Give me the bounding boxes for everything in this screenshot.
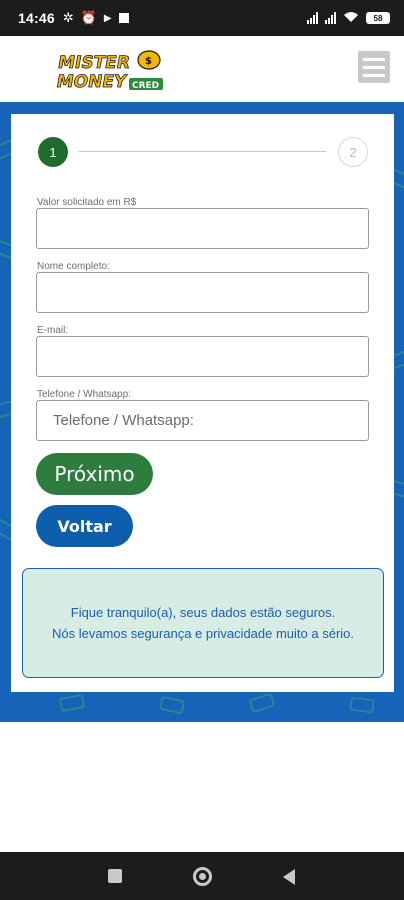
app-header: MISTER MONEY CRED $ [0,36,404,102]
step-1-indicator: 1 [38,137,68,167]
battery-icon: 58 [366,12,390,24]
full-name-input[interactable] [36,272,369,313]
home-icon[interactable] [193,867,212,886]
signal-icon-2 [325,12,336,24]
phone-input[interactable] [36,400,369,441]
full-name-label: Nome completo: [37,261,110,272]
svg-text:CRED: CRED [132,81,159,91]
money-decoration-icon [158,695,186,715]
signal-icon [307,12,318,24]
money-decoration-icon [349,696,375,714]
phone-label: Telefone / Whatsapp: [37,389,131,400]
android-nav-bar [0,852,404,900]
back-button[interactable]: Voltar [36,505,133,547]
step-2-indicator: 2 [338,137,368,167]
svg-text:MISTER: MISTER [56,53,131,73]
stepper: 1 2 [38,137,370,167]
recent-apps-icon[interactable] [108,869,122,883]
amount-label: Valor solicitado em R$ [37,197,137,208]
notification-square-icon [118,13,129,23]
back-nav-icon[interactable] [283,869,295,885]
fan-icon: ✲ [62,10,74,25]
next-button[interactable]: Próximo [36,453,153,495]
status-right-icons: 58 [307,11,390,26]
status-time: 14:46 [18,10,55,26]
amount-input[interactable] [36,208,369,249]
mister-money-cred-logo[interactable]: MISTER MONEY CRED $ [55,46,167,94]
status-bar: 14:46 ✲ ⏰ ▶ 58 [0,0,404,36]
money-decoration-icon [248,692,276,714]
play-icon: ▶ [103,12,112,24]
money-decoration-icon [58,694,86,712]
hamburger-menu-icon[interactable] [358,51,390,83]
email-input[interactable] [36,336,369,377]
privacy-notice-line-2: Nós levamos segurança e privacidade muit… [51,626,355,641]
status-left-icons: ✲ ⏰ ▶ [63,10,129,26]
privacy-notice: Fique tranquilo(a), seus dados estão seg… [22,568,384,678]
email-label: E-mail: [37,325,69,336]
svg-text:$: $ [145,56,152,67]
wifi-icon [343,11,359,26]
alarm-icon: ⏰ [80,10,97,25]
privacy-notice-line-1: Fique tranquilo(a), seus dados estão seg… [70,605,336,620]
step-connector [78,151,326,152]
svg-text:MONEY: MONEY [55,72,128,92]
